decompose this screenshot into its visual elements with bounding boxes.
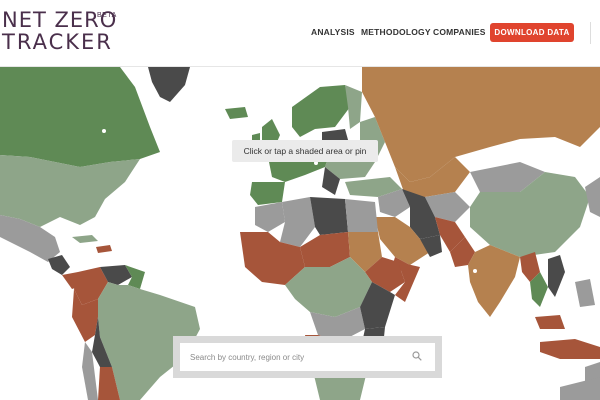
region-canada[interactable]	[0, 67, 160, 167]
beta-badge: BETA	[97, 12, 117, 19]
map-pin[interactable]	[102, 129, 106, 133]
nav-methodology[interactable]: METHODOLOGY	[361, 27, 431, 37]
nav-analysis[interactable]: ANALYSIS	[311, 27, 355, 37]
location-search-input[interactable]	[180, 343, 435, 371]
region-australia[interactable]	[560, 377, 600, 400]
nav-companies[interactable]: COMPANIES	[433, 27, 486, 37]
region-malaysia[interactable]	[535, 315, 565, 329]
header-divider	[590, 22, 591, 44]
region-vietnam[interactable]	[548, 255, 565, 297]
region-hispaniola[interactable]	[96, 245, 112, 253]
map-instruction-tooltip: Click or tap a shaded area or pin	[232, 140, 378, 162]
logo-line-2: TRACKER	[2, 30, 113, 54]
region-spain[interactable]	[250, 182, 285, 205]
region-greenland[interactable]	[148, 67, 190, 102]
net-zero-tracker-logo[interactable]: NET ZERO TRACKER BETA	[2, 10, 117, 53]
download-data-button[interactable]: DOWNLOAD DATA	[490, 23, 574, 42]
region-scandinavia[interactable]	[292, 85, 350, 137]
region-korea-japan[interactable]	[585, 177, 600, 217]
region-libya[interactable]	[310, 197, 348, 235]
region-algeria[interactable]	[280, 197, 315, 247]
region-india[interactable]	[468, 245, 520, 317]
region-egypt[interactable]	[345, 199, 378, 232]
region-iceland[interactable]	[225, 107, 248, 119]
region-philippines[interactable]	[575, 279, 595, 307]
search-icon[interactable]	[412, 351, 422, 361]
map-pin[interactable]	[473, 269, 477, 273]
region-morocco[interactable]	[255, 202, 285, 232]
region-cuba[interactable]	[72, 235, 98, 243]
region-indonesia[interactable]	[540, 339, 600, 359]
search-panel	[173, 336, 442, 378]
region-usa[interactable]	[0, 155, 140, 227]
site-header: NET ZERO TRACKER BETA ANALYSIS METHODOLO…	[0, 0, 600, 67]
region-russia[interactable]	[362, 67, 600, 182]
